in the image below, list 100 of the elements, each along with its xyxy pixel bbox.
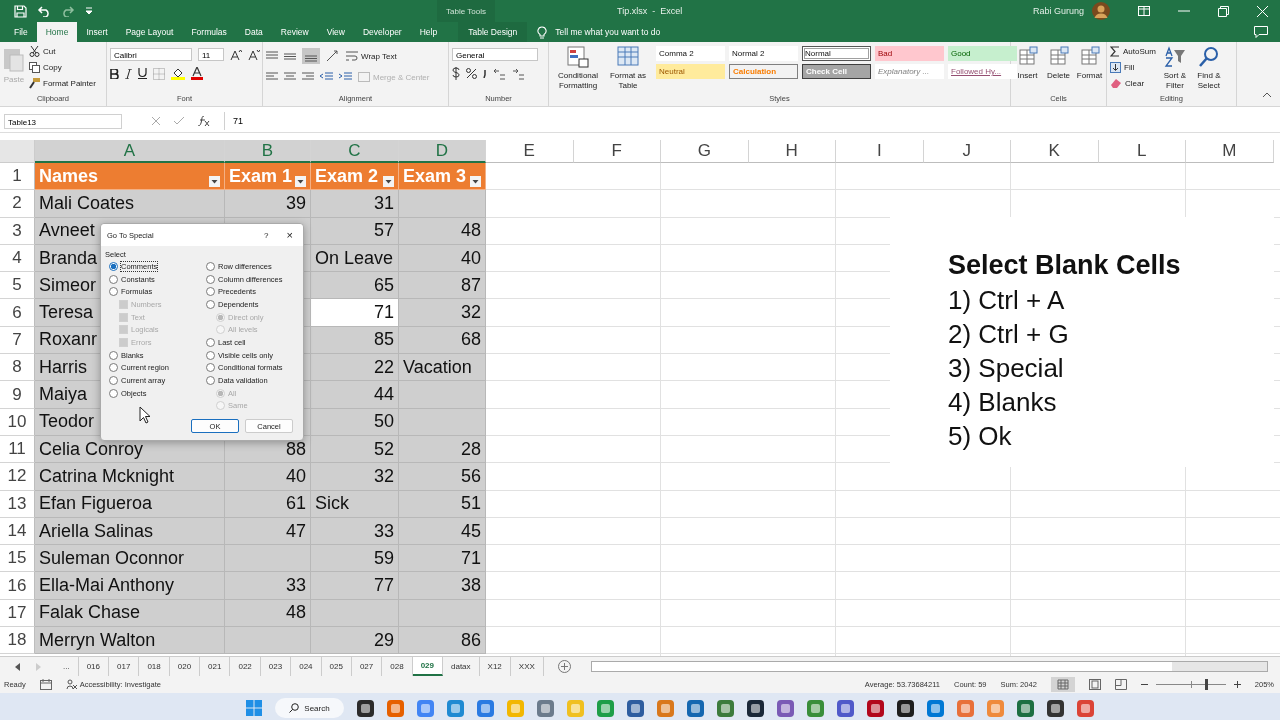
- fill-button[interactable]: Fill: [1110, 60, 1156, 74]
- radio-button[interactable]: [206, 261, 215, 271]
- row-header[interactable]: 3: [0, 217, 35, 245]
- close-button[interactable]: ×: [286, 229, 293, 241]
- normal-view-icon[interactable]: [1050, 677, 1075, 692]
- bold-icon[interactable]: [110, 68, 119, 79]
- row-header[interactable]: 10: [0, 408, 35, 436]
- user-name[interactable]: Rabi Gurung: [1032, 6, 1084, 16]
- scroll-left-icon[interactable]: [15, 662, 21, 671]
- row-header[interactable]: 18: [0, 627, 35, 655]
- ribbon-tab[interactable]: View: [317, 22, 354, 42]
- font-name-field[interactable]: Calibri: [110, 48, 192, 61]
- conditional-formatting-button[interactable]: Conditional Formatting: [552, 44, 604, 91]
- column-header[interactable]: B: [225, 140, 311, 163]
- add-sheet-icon[interactable]: [557, 660, 571, 673]
- horizontal-scrollbar[interactable]: [590, 661, 1268, 672]
- radio-button[interactable]: [206, 350, 215, 360]
- cancel-entry-icon[interactable]: [152, 117, 160, 125]
- row-header[interactable]: 13: [0, 490, 35, 518]
- percent-icon[interactable]: [466, 68, 477, 79]
- radio-button[interactable]: [206, 337, 215, 347]
- column-header[interactable]: K: [1011, 140, 1099, 163]
- increase-decimal-icon[interactable]: [493, 67, 506, 80]
- filter-button[interactable]: [295, 176, 306, 188]
- column-header[interactable]: M: [1186, 140, 1274, 163]
- collapse-ribbon-icon[interactable]: [1262, 92, 1272, 98]
- column-header[interactable]: F: [573, 140, 661, 163]
- ribbon-display-icon[interactable]: [1138, 6, 1150, 16]
- radio-button[interactable]: [206, 376, 215, 386]
- column-header[interactable]: E: [486, 140, 574, 163]
- shrink-font-icon[interactable]: [248, 48, 260, 61]
- cell-style-item[interactable]: Explanatory ...: [875, 64, 944, 79]
- macro-record-icon[interactable]: [39, 679, 52, 690]
- insert-function-icon[interactable]: [198, 116, 210, 126]
- radio-button[interactable]: [206, 287, 215, 297]
- row-header[interactable]: 15: [0, 545, 35, 573]
- ribbon-tab[interactable]: Formulas: [182, 22, 236, 42]
- radio-button[interactable]: [109, 350, 118, 360]
- format-as-table-button[interactable]: Format as Table: [608, 44, 648, 91]
- align-center-icon[interactable]: [284, 72, 296, 82]
- customize-icon[interactable]: [85, 7, 93, 15]
- ribbon-tab[interactable]: Developer: [353, 22, 411, 42]
- name-box[interactable]: Table13: [4, 113, 122, 129]
- page-layout-view-icon[interactable]: [1088, 679, 1101, 690]
- cells-button[interactable]: Format: [1076, 44, 1103, 80]
- column-header[interactable]: I: [836, 140, 924, 163]
- cell-style-item[interactable]: Followed Hy...: [948, 64, 1017, 79]
- zoom-slider-thumb[interactable]: [1204, 679, 1208, 690]
- sheet-tab[interactable]: 029: [412, 657, 443, 676]
- underline-icon[interactable]: [138, 68, 147, 79]
- radio-button[interactable]: [109, 261, 118, 271]
- decrease-indent-icon[interactable]: [320, 72, 333, 82]
- column-header[interactable]: A: [35, 140, 225, 163]
- row-header[interactable]: 16: [0, 572, 35, 600]
- app-icon[interactable]: [356, 699, 374, 717]
- zoom-out-icon[interactable]: [1140, 681, 1148, 688]
- app-icon[interactable]: [866, 699, 884, 717]
- app-icon[interactable]: [1046, 699, 1064, 717]
- taskbar-search-field[interactable]: Search: [275, 698, 344, 718]
- grow-font-icon[interactable]: [230, 48, 242, 61]
- ribbon-tab[interactable]: Review: [271, 22, 318, 42]
- row-header[interactable]: 6: [0, 299, 35, 327]
- row-header[interactable]: 8: [0, 354, 35, 382]
- increase-indent-icon[interactable]: [339, 72, 352, 82]
- app-icon[interactable]: [746, 699, 764, 717]
- filter-button[interactable]: [383, 176, 394, 188]
- clear-button[interactable]: Clear: [1110, 76, 1156, 90]
- format-painter-button[interactable]: Format Painter: [29, 76, 96, 90]
- sort-filter-button[interactable]: Sort & Filter: [1159, 44, 1190, 91]
- cell-style-item[interactable]: Normal: [802, 46, 871, 61]
- row-header[interactable]: 17: [0, 599, 35, 628]
- radio-button[interactable]: [109, 274, 118, 284]
- cell-style-item[interactable]: Bad: [875, 46, 944, 61]
- help-button[interactable]: ?: [264, 230, 269, 240]
- column-header[interactable]: G: [661, 140, 749, 163]
- formula-field[interactable]: 71: [224, 112, 1270, 130]
- undo-icon[interactable]: [37, 5, 51, 17]
- row-header[interactable]: 7: [0, 326, 35, 355]
- autosum-button[interactable]: AutoSum: [1110, 44, 1156, 58]
- top-align-icon[interactable]: [266, 51, 278, 61]
- radio-button[interactable]: [109, 363, 118, 373]
- cell-style-item[interactable]: Comma 2: [656, 46, 725, 61]
- cells-button[interactable]: Insert: [1014, 44, 1041, 80]
- lightbulb-icon[interactable]: [537, 25, 548, 39]
- close-icon[interactable]: [1257, 5, 1268, 17]
- ribbon-tab[interactable]: Table Design: [458, 22, 528, 42]
- save-icon[interactable]: [14, 4, 27, 18]
- ribbon-tab[interactable]: Home: [36, 22, 78, 42]
- column-header[interactable]: H: [748, 140, 836, 163]
- comment-icon[interactable]: [1254, 26, 1268, 38]
- column-header[interactable]: L: [1098, 140, 1186, 163]
- row-header[interactable]: 11: [0, 435, 35, 464]
- orientation-icon[interactable]: [326, 50, 340, 62]
- comma-style-icon[interactable]: [483, 69, 487, 78]
- cells-button[interactable]: Delete: [1045, 44, 1072, 80]
- cell-style-item[interactable]: Normal 2: [729, 46, 798, 61]
- radio-button[interactable]: [206, 274, 215, 284]
- row-header[interactable]: 14: [0, 517, 35, 546]
- ribbon-tab[interactable]: Data: [235, 22, 272, 42]
- filter-button[interactable]: [209, 176, 220, 188]
